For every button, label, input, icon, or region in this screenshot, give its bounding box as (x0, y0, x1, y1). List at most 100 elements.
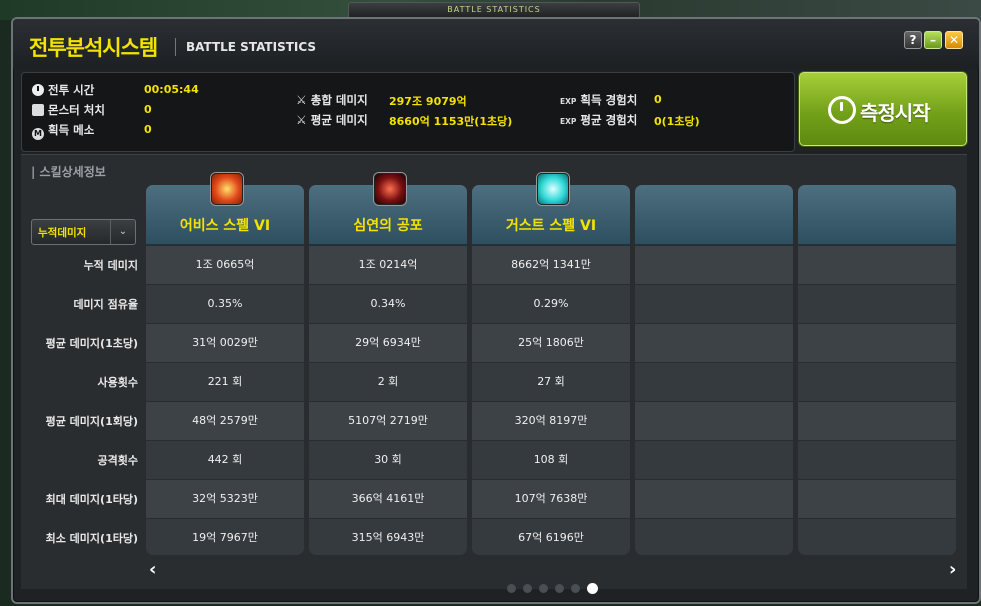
stat-cell: 1조 0665억 (146, 245, 304, 284)
skill-column (635, 185, 793, 555)
stat-cell (798, 440, 956, 479)
gauge-icon (828, 96, 856, 124)
stat-cell: 2 회 (309, 362, 467, 401)
skill-name: 어비스 스펠 VI (179, 218, 271, 234)
stat-cell: 0.29% (472, 284, 630, 323)
skill-name: 심연의 공포 (353, 218, 423, 234)
avg-exp-value: 0(1초당) (654, 115, 700, 128)
stat-cell (635, 323, 793, 362)
page-dot[interactable] (523, 584, 532, 593)
clock-icon (32, 84, 44, 96)
stat-cell: 8662억 1341만 (472, 245, 630, 284)
abyss-fear-icon (374, 173, 406, 205)
sword-icon: ⚔ (296, 113, 307, 127)
meso-label: 획득 메소 (48, 123, 95, 137)
top-tab: BATTLE STATISTICS (348, 2, 640, 18)
stat-cell (798, 362, 956, 401)
window-title-en: BATTLE STATISTICS (186, 40, 317, 54)
minimize-button[interactable]: – (924, 31, 942, 49)
stat-cell (635, 284, 793, 323)
total-damage-value: 297조 9079억 (389, 95, 467, 108)
stat-cell (635, 479, 793, 518)
row-label: 평균 데미지(1초당) (45, 337, 138, 350)
stat-cell (798, 323, 956, 362)
stat-cell: 31억 0029만 (146, 323, 304, 362)
page-dot[interactable] (539, 584, 548, 593)
stat-cell: 442 회 (146, 440, 304, 479)
avg-damage-row: ⚔ 평균 데미지 (296, 112, 368, 128)
prev-page-button[interactable]: ‹ (149, 559, 156, 580)
stat-cell: 108 회 (472, 440, 630, 479)
gust-spell-icon (537, 173, 569, 205)
stat-cell: 315억 6943만 (309, 518, 467, 555)
monster-kills-row: 몬스터 처치 (32, 102, 105, 118)
stat-cell (635, 245, 793, 284)
stat-cell: 30 회 (309, 440, 467, 479)
page-dot[interactable] (587, 583, 598, 594)
skill-column-header[interactable] (635, 185, 793, 245)
monster-icon (32, 104, 44, 116)
meso-icon: M (32, 128, 44, 140)
row-label: 평균 데미지(1회당) (45, 415, 138, 428)
exp-gained-value: 0 (654, 93, 662, 106)
exp-icon: EXP (560, 117, 577, 126)
stat-cell: 1조 0214억 (309, 245, 467, 284)
stat-cell (635, 401, 793, 440)
avg-damage-value: 8660억 1153만(1초당) (389, 115, 513, 128)
help-button[interactable]: ? (904, 31, 922, 49)
stat-cell (798, 479, 956, 518)
row-label: 최대 데미지(1타당) (45, 493, 138, 506)
start-measure-label: 측정시작 (860, 101, 931, 125)
stat-cell: 27 회 (472, 362, 630, 401)
skill-column-header[interactable] (798, 185, 956, 245)
stat-cell (798, 401, 956, 440)
stat-cell: 107억 7638만 (472, 479, 630, 518)
abyss-spell-icon (211, 173, 243, 205)
stat-cell (635, 440, 793, 479)
skill-detail-heading: | 스킬상세정보 (31, 165, 106, 179)
skill-column: 심연의 공포 1조 0214억 0.34% 29억 6934만 2 회 5107억 271… (309, 185, 467, 555)
chevron-down-icon[interactable]: ⌄ (110, 220, 135, 244)
monster-kills-value: 0 (144, 103, 152, 116)
row-label: 공격횟수 (97, 454, 138, 467)
row-label: 누적 데미지 (83, 259, 138, 272)
page-dot[interactable] (571, 584, 580, 593)
page-dot[interactable] (555, 584, 564, 593)
avg-exp-label: 평균 경험치 (580, 113, 638, 127)
stat-cell: 29억 6934만 (309, 323, 467, 362)
skill-column (798, 185, 956, 555)
start-measure-button[interactable]: 측정시작 (799, 72, 967, 146)
monster-kills-label: 몬스터 처치 (48, 103, 105, 117)
stat-cell: 320억 8197만 (472, 401, 630, 440)
stat-cell: 19억 7967만 (146, 518, 304, 555)
title-bar[interactable]: 전투분석시스템 BATTLE STATISTICS ? – ✕ (13, 19, 979, 69)
total-damage-label: 총합 데미지 (310, 93, 368, 107)
exp-icon: EXP (560, 97, 577, 106)
skill-detail-panel: | 스킬상세정보 누적데미지 ⌄ 누적 데미지 데미지 점유율 평균 데미지(1초당… (21, 154, 967, 589)
stat-cell: 0.34% (309, 284, 467, 323)
battle-statistics-window: 전투분석시스템 BATTLE STATISTICS ? – ✕ 전투 시간 00… (11, 17, 981, 604)
battle-time-value: 00:05:44 (144, 83, 199, 96)
battle-time-row: 전투 시간 (32, 82, 94, 98)
skill-name: 거스트 스펠 VI (505, 218, 597, 234)
summary-stats-panel: 전투 시간 00:05:44 몬스터 처치 0 M 획득 메소 0 ⚔ 총합 데미지… (21, 72, 795, 152)
page-dot[interactable] (507, 584, 516, 593)
stat-cell (635, 518, 793, 555)
stat-cell: 32억 5323만 (146, 479, 304, 518)
sort-dropdown[interactable]: 누적데미지 ⌄ (31, 219, 136, 245)
avg-exp-row: EXP 평균 경험치 (560, 112, 637, 128)
stat-cell: 366억 4161만 (309, 479, 467, 518)
exp-gained-label: 획득 경험치 (580, 93, 638, 107)
window-title-ko: 전투분석시스템 (29, 36, 158, 60)
skill-column: 어비스 스펠 VI 1조 0665억 0.35% 31억 0029만 221 회 48억 … (146, 185, 304, 555)
stat-cell (798, 518, 956, 555)
next-page-button[interactable]: › (949, 559, 956, 580)
total-damage-row: ⚔ 총합 데미지 (296, 92, 368, 108)
meso-row: M 획득 메소 (32, 122, 94, 140)
stat-cell: 0.35% (146, 284, 304, 323)
close-button[interactable]: ✕ (945, 31, 963, 49)
stat-cell: 5107억 2719만 (309, 401, 467, 440)
sword-icon: ⚔ (296, 93, 307, 107)
skill-column: 거스트 스펠 VI 8662억 1341만 0.29% 25억 1806만 27 회 32… (472, 185, 630, 555)
stat-cell: 221 회 (146, 362, 304, 401)
